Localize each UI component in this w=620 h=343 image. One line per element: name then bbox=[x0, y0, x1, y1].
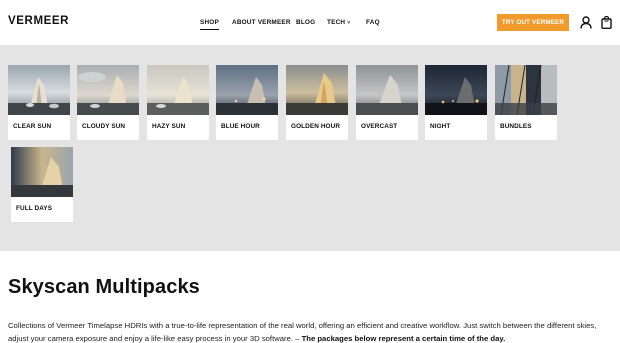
shop-card-label: FULL DAYS bbox=[16, 205, 53, 212]
intro-paragraph: Collections of Vermeer Timelapse HDRIs w… bbox=[8, 319, 608, 343]
shop-card-overcast[interactable]: OVERCAST bbox=[356, 65, 418, 140]
shop-card-clear-sun[interactable]: CLEAR SUN bbox=[8, 65, 70, 140]
try-out-vermeer-button[interactable]: TRY OUT VERMEER bbox=[497, 14, 569, 31]
nav-about-vermeer[interactable]: ABOUT VERMEER bbox=[232, 19, 291, 26]
blue-hour-thumbnail bbox=[216, 65, 278, 115]
shop-card-label: NIGHT bbox=[430, 123, 451, 130]
site-header: VERMEER SHOP ABOUT VERMEER BLOG TECH ˅ FA… bbox=[0, 0, 620, 45]
vermeer-logo[interactable]: VERMEER bbox=[8, 15, 69, 27]
shop-card-cloudy-sun[interactable]: CLOUDY SUN bbox=[77, 65, 139, 140]
cloudy-sun-thumbnail bbox=[77, 65, 139, 115]
shop-menu-panel: CLEAR SUN CLOUDY SUN HAZY SUN BLUE HOUR … bbox=[0, 45, 620, 251]
shop-card-label: CLEAR SUN bbox=[13, 123, 52, 130]
full-days-thumbnail bbox=[11, 147, 73, 197]
shop-card-label: GOLDEN HOUR bbox=[291, 123, 341, 130]
shop-card-label: BUNDLES bbox=[500, 123, 532, 130]
nav-tech[interactable]: TECH ˅ bbox=[327, 19, 350, 26]
shop-card-night[interactable]: NIGHT bbox=[425, 65, 487, 140]
nav-shop[interactable]: SHOP bbox=[200, 19, 219, 30]
page-title: Skyscan Multipacks bbox=[8, 276, 200, 298]
shop-card-full-days[interactable]: FULL DAYS bbox=[11, 147, 73, 222]
bundles-thumbnail bbox=[495, 65, 557, 115]
chevron-down-icon: ˅ bbox=[347, 20, 351, 26]
nav-tech-label: TECH bbox=[327, 19, 346, 26]
shopping-bag-icon[interactable] bbox=[601, 16, 612, 29]
shop-card-bundles[interactable]: BUNDLES bbox=[495, 65, 557, 140]
clear-sun-thumbnail bbox=[8, 65, 70, 115]
shop-card-blue-hour[interactable]: BLUE HOUR bbox=[216, 65, 278, 140]
hazy-sun-thumbnail bbox=[147, 65, 209, 115]
shop-card-label: CLOUDY SUN bbox=[82, 123, 126, 130]
shop-card-golden-hour[interactable]: GOLDEN HOUR bbox=[286, 65, 348, 140]
nav-faq[interactable]: FAQ bbox=[366, 19, 380, 26]
shop-card-hazy-sun[interactable]: HAZY SUN bbox=[147, 65, 209, 140]
shop-card-label: HAZY SUN bbox=[152, 123, 186, 130]
golden-hour-thumbnail bbox=[286, 65, 348, 115]
night-thumbnail bbox=[425, 65, 487, 115]
shop-card-label: BLUE HOUR bbox=[221, 123, 260, 130]
overcast-thumbnail bbox=[356, 65, 418, 115]
shop-card-label: OVERCAST bbox=[361, 123, 398, 130]
intro-highlight: The packages below represent a certain t… bbox=[301, 334, 506, 343]
nav-blog[interactable]: BLOG bbox=[296, 19, 315, 26]
user-icon[interactable] bbox=[580, 16, 592, 29]
